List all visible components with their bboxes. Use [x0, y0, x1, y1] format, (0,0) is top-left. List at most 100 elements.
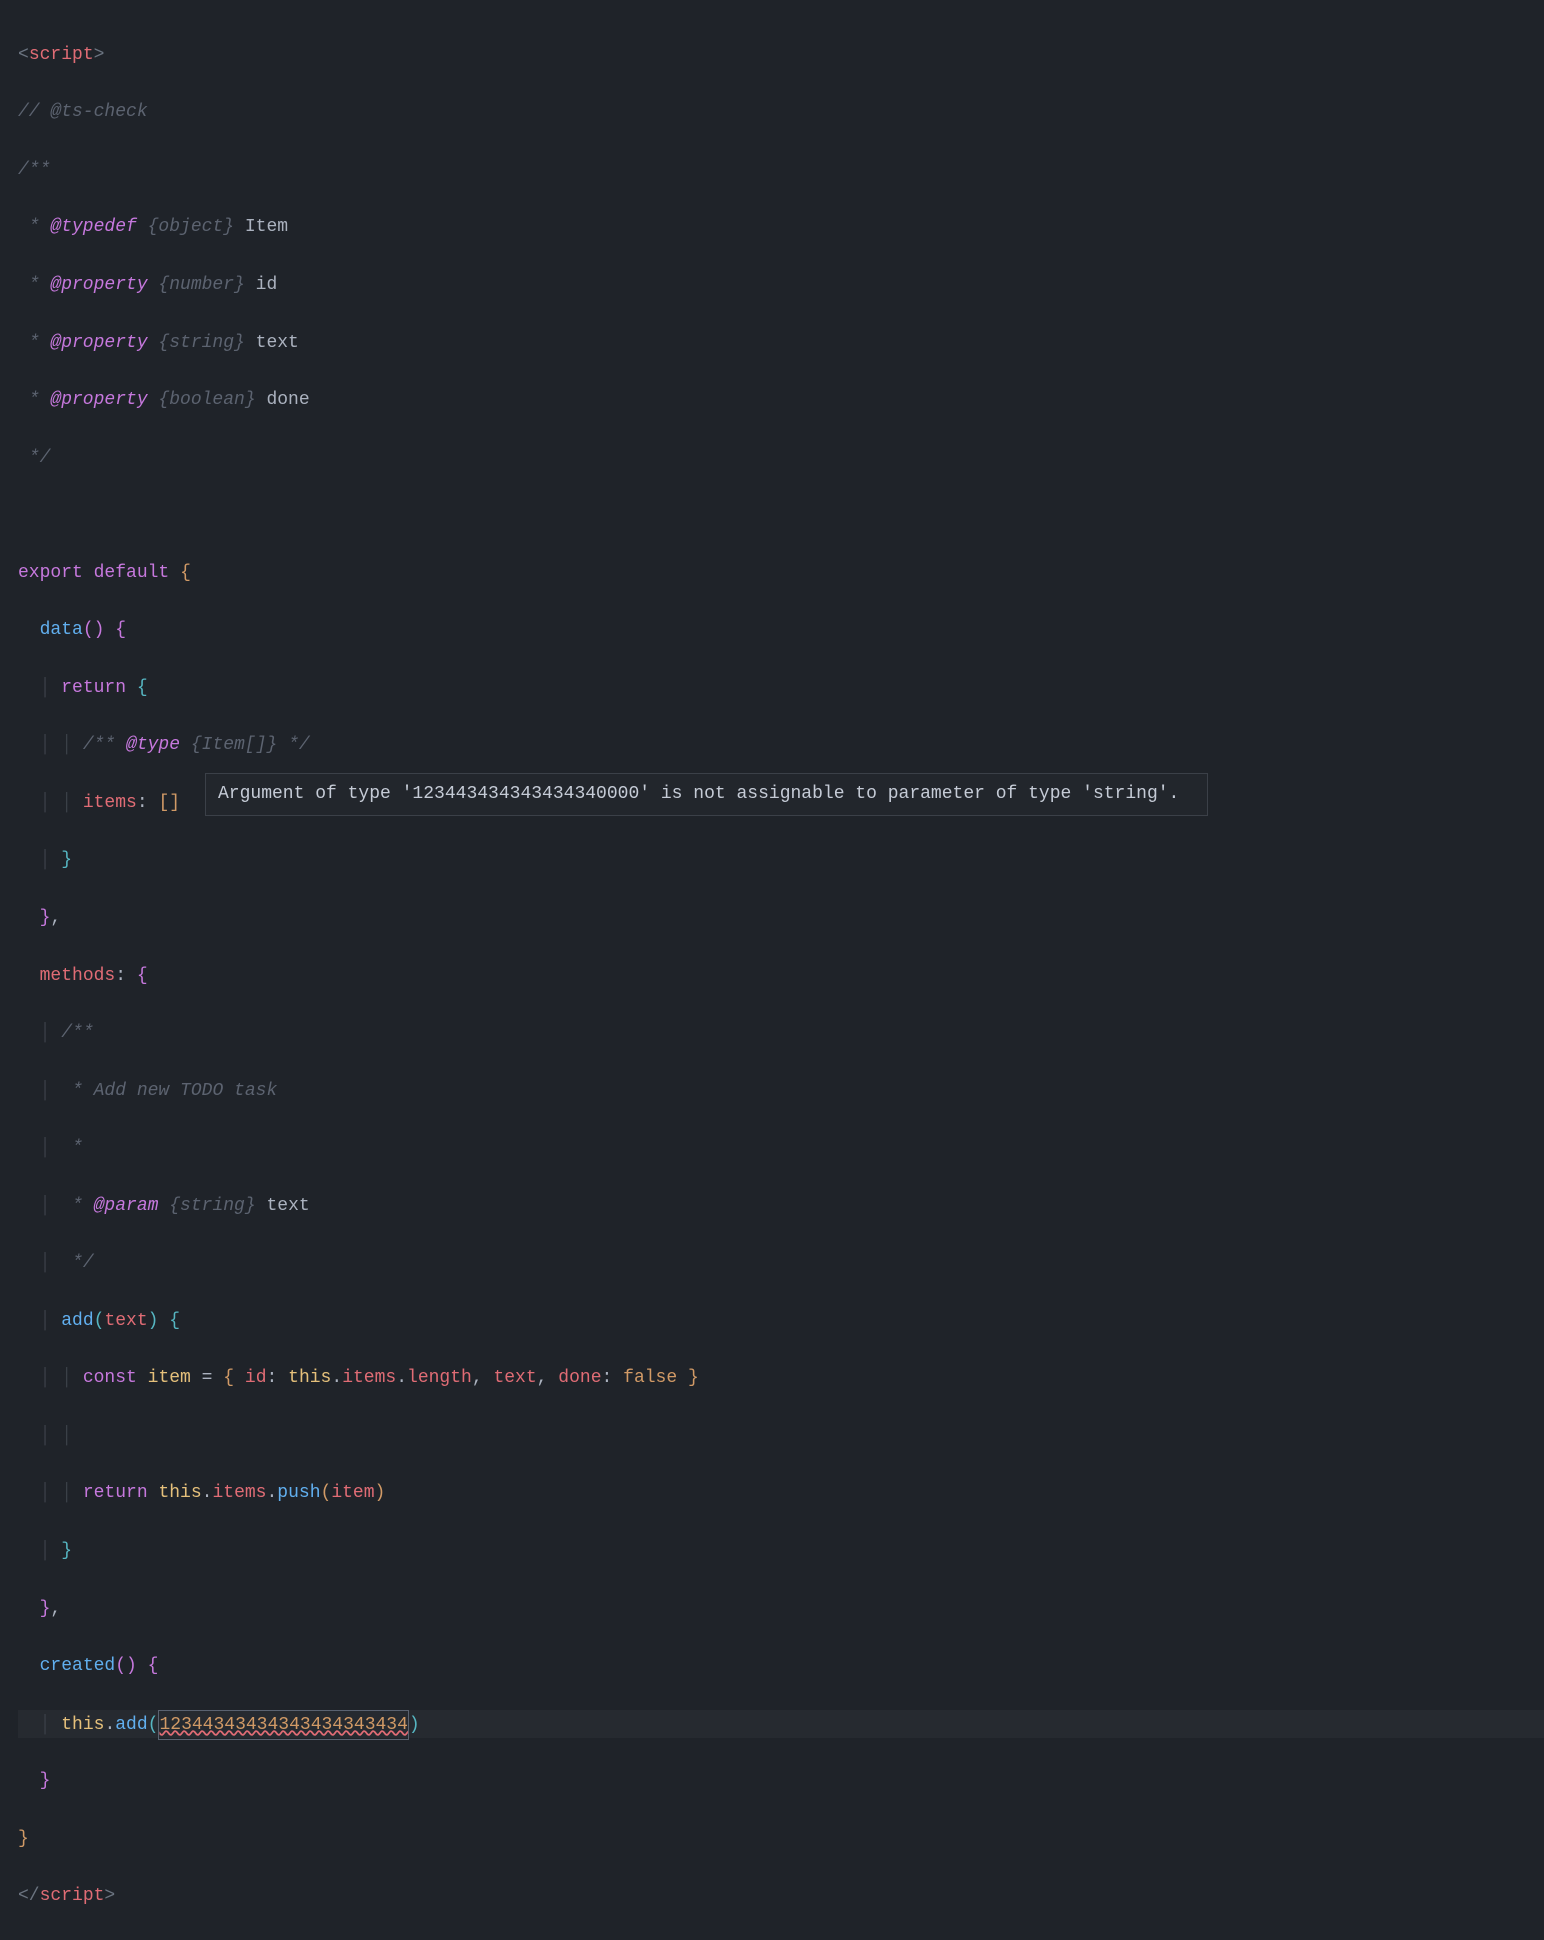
this-keyword: this — [288, 1368, 331, 1388]
code-line[interactable]: * @property {number} id — [18, 271, 1544, 300]
code-line[interactable]: } — [18, 1767, 1544, 1796]
brace: } — [40, 908, 51, 928]
code-line[interactable]: // @ts-check — [18, 98, 1544, 127]
code-editor[interactable]: <script> // @ts-check /** * @typedef {ob… — [0, 12, 1544, 1940]
jsdoc-tag: @type — [126, 735, 180, 755]
jsdoc-name: text — [266, 1196, 309, 1216]
code-line[interactable]: </script> — [18, 1882, 1544, 1911]
comma: , — [472, 1368, 483, 1388]
number-literal-error: 12344343434343434343434 — [159, 1715, 407, 1735]
brace: } — [40, 1771, 51, 1791]
code-line[interactable]: │ │ /** @type {Item[]} */ — [18, 731, 1544, 760]
colon: : — [267, 1368, 278, 1388]
property: length — [407, 1368, 472, 1388]
code-line[interactable]: │ return { — [18, 674, 1544, 703]
jsdoc-tag: @typedef — [50, 217, 136, 237]
jsdoc-close: */ — [18, 448, 50, 468]
code-line[interactable]: │ │ const item = { id: this.items.length… — [18, 1364, 1544, 1393]
indent: │ — [18, 850, 61, 870]
indent — [18, 966, 40, 986]
brace: { — [180, 563, 191, 583]
keyword-const: const — [83, 1368, 137, 1388]
code-line[interactable]: }, — [18, 904, 1544, 933]
space — [612, 1368, 623, 1388]
tag-name: script — [40, 1886, 105, 1906]
paren-close: ) — [375, 1483, 386, 1503]
method-name: push — [277, 1483, 320, 1503]
tag-close: > — [104, 1886, 115, 1906]
indent — [18, 908, 40, 928]
code-line[interactable]: * @property {boolean} done — [18, 386, 1544, 415]
dot: . — [104, 1715, 115, 1735]
code-line[interactable]: │ */ — [18, 1249, 1544, 1278]
jsdoc-type: {string} — [148, 333, 256, 353]
comma: , — [50, 908, 61, 928]
comment: // @ts-check — [18, 102, 148, 122]
code-line[interactable]: /** — [18, 156, 1544, 185]
indent: │ │ — [18, 1426, 72, 1446]
property: methods — [40, 966, 116, 986]
code-line[interactable]: │ /** — [18, 1019, 1544, 1048]
dot: . — [396, 1368, 407, 1388]
code-line[interactable]: data() { — [18, 616, 1544, 645]
code-line[interactable]: methods: { — [18, 962, 1544, 991]
brace: { — [169, 1311, 180, 1331]
brackets: [] — [158, 793, 180, 813]
code-line[interactable]: │ } — [18, 1537, 1544, 1566]
code-line[interactable]: │ * Add new TODO task — [18, 1077, 1544, 1106]
brace: } — [18, 1829, 29, 1849]
space — [234, 1368, 245, 1388]
code-line[interactable]: │ } — [18, 846, 1544, 875]
code-line[interactable]: <script> — [18, 41, 1544, 70]
space — [104, 620, 115, 640]
code-line[interactable]: │ add(text) { — [18, 1307, 1544, 1336]
space — [158, 1311, 169, 1331]
property: text — [493, 1368, 536, 1388]
code-line[interactable]: * @property {string} text — [18, 329, 1544, 358]
indent: │ — [18, 1311, 61, 1331]
code-line[interactable]: │ * — [18, 1134, 1544, 1163]
equals: = — [202, 1368, 213, 1388]
indent — [18, 1771, 40, 1791]
indent: │ │ — [18, 793, 83, 813]
jsdoc-type: {string} — [158, 1196, 266, 1216]
method-name: data — [40, 620, 83, 640]
keyword-return: return — [61, 678, 126, 698]
jsdoc-tag: @property — [50, 390, 147, 410]
code-line[interactable]: export default { — [18, 559, 1544, 588]
jsdoc-name: text — [256, 333, 299, 353]
tag-open: </ — [18, 1886, 40, 1906]
code-line[interactable]: } — [18, 1825, 1544, 1854]
indent: │ — [18, 1023, 61, 1043]
code-line[interactable]: */ — [18, 444, 1544, 473]
indent: │ │ — [18, 1483, 83, 1503]
jsdoc-open: /** — [61, 1023, 93, 1043]
jsdoc-type: {boolean} — [148, 390, 267, 410]
code-line[interactable]: created() { — [18, 1652, 1544, 1681]
jsdoc-open: /** — [18, 160, 50, 180]
space — [148, 1483, 159, 1503]
brace-close: } — [688, 1368, 699, 1388]
jsdoc-close: */ — [61, 1253, 93, 1273]
jsdoc-name: id — [256, 275, 278, 295]
colon: : — [115, 966, 126, 986]
brace: { — [137, 966, 148, 986]
paren-open: ( — [148, 1715, 159, 1735]
jsdoc-star: * — [18, 333, 50, 353]
code-line[interactable]: │ * @param {string} text — [18, 1192, 1544, 1221]
code-line[interactable]: │ │ return this.items.push(item) — [18, 1479, 1544, 1508]
colon: : — [137, 793, 148, 813]
jsdoc-star: * — [18, 390, 50, 410]
code-line[interactable] — [18, 501, 1544, 530]
error-message: Argument of type '123443434343434340000'… — [218, 784, 1179, 804]
space — [148, 793, 159, 813]
jsdoc-star: * — [61, 1138, 83, 1158]
space — [547, 1368, 558, 1388]
code-line[interactable]: * @typedef {object} Item — [18, 213, 1544, 242]
keyword-export: export — [18, 563, 83, 583]
code-line[interactable]: }, — [18, 1595, 1544, 1624]
space — [483, 1368, 494, 1388]
code-line[interactable]: │ │ — [18, 1422, 1544, 1451]
code-line-active[interactable]: │ this.add(12344343434343434343434) — [18, 1710, 1544, 1739]
keyword-return: return — [83, 1483, 148, 1503]
